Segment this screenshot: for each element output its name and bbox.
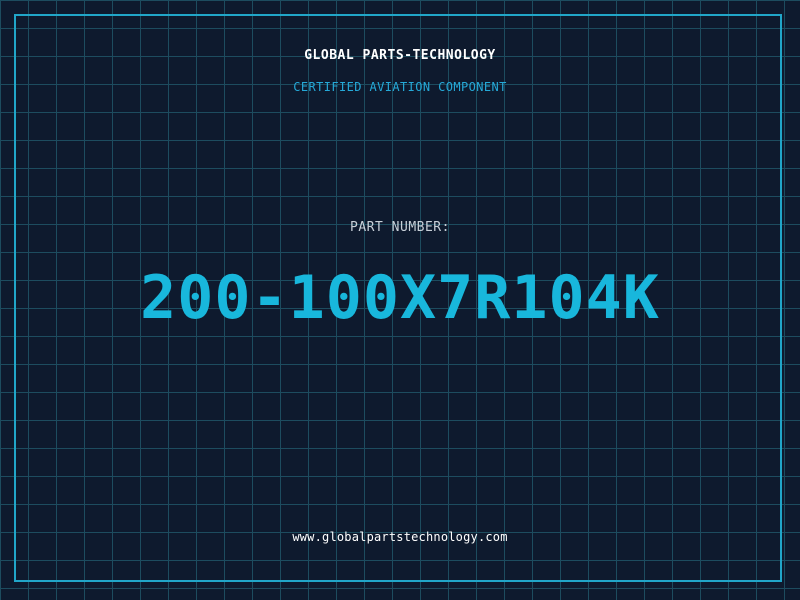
part-number-label: PART NUMBER: (350, 220, 450, 235)
part-number-value: 200-100X7R104K (140, 263, 660, 333)
website-url: www.globalpartstechnology.com (292, 530, 508, 544)
company-name: GLOBAL PARTS-TECHNOLOGY (304, 48, 496, 63)
tagline: CERTIFIED AVIATION COMPONENT (293, 80, 507, 94)
